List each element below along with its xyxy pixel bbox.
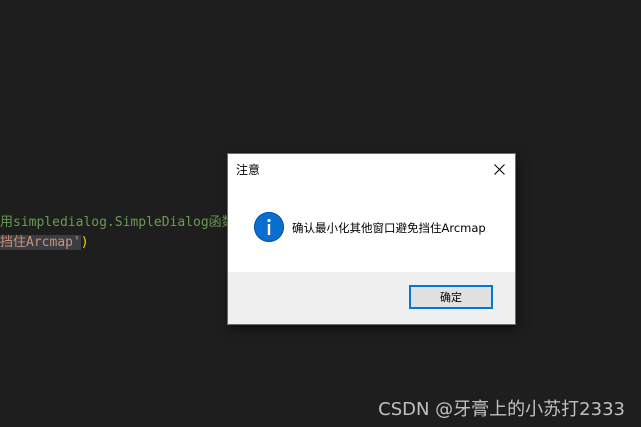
close-icon [493, 163, 505, 175]
code-comment-line: 用simpledialog.SimpleDialog函数 [0, 215, 235, 230]
close-button[interactable] [483, 154, 515, 184]
code-string-line: 挡住Arcmap') [0, 234, 89, 252]
info-icon [254, 212, 284, 242]
ok-button-label: 确定 [440, 291, 462, 304]
code-string-literal: 挡住Arcmap' [0, 235, 81, 250]
dialog-title: 注意 [236, 163, 261, 177]
code-closing-paren: ) [80, 235, 89, 250]
message-dialog: 注意 确认最小化其他窗口避免挡住Arcmap 确定 [228, 154, 515, 324]
dialog-message: 确认最小化其他窗口避免挡住Arcmap [292, 221, 486, 235]
watermark: CSDN @牙膏上的小苏打2333 [378, 399, 625, 420]
dialog-footer: 确定 [228, 272, 515, 324]
dialog-titlebar[interactable]: 注意 [228, 154, 515, 184]
dialog-content: 确认最小化其他窗口避免挡住Arcmap [228, 184, 515, 272]
ok-button[interactable]: 确定 [409, 285, 493, 309]
